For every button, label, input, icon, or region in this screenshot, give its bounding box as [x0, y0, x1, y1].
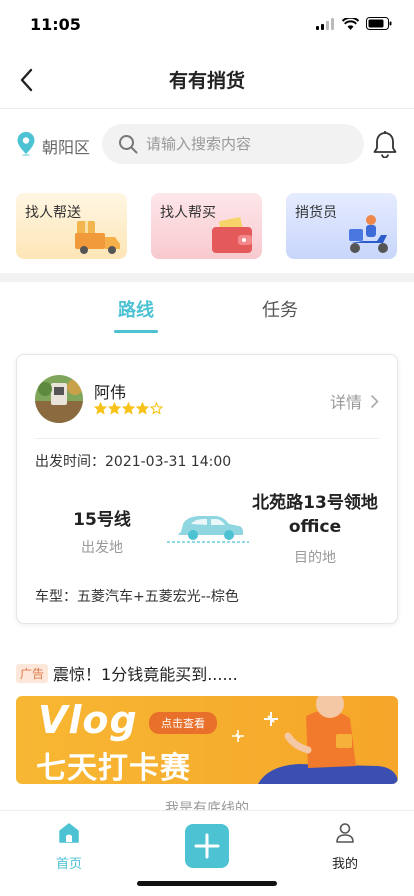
star-filled-icon	[108, 402, 121, 415]
feed-end-text: 我是有底线的	[165, 801, 249, 810]
tabbar-home-label: 首页	[55, 857, 82, 872]
star-filled-icon	[122, 402, 135, 415]
battery-icon	[366, 17, 392, 30]
tabbar-mine-label: 我的	[331, 857, 358, 872]
signal-icon	[316, 17, 334, 30]
destination-label: 目的地	[294, 550, 336, 566]
nav-bar: 有有捎货	[0, 52, 414, 106]
page-title: 有有捎货	[168, 70, 245, 92]
search-box[interactable]	[102, 124, 364, 164]
trip-card[interactable]: 阿伟 详情 出发时间：2021-03-31 14:00 15号线 出发地 北苑路…	[16, 354, 398, 624]
service-card-buy[interactable]: 找人帮买	[151, 193, 262, 259]
tab-active-indicator	[114, 330, 158, 333]
star-empty-icon	[150, 402, 163, 415]
search-input[interactable]	[146, 124, 356, 164]
origin-label: 出发地	[81, 540, 123, 556]
service-label: 捎货员	[295, 205, 337, 221]
nav-divider	[0, 108, 414, 109]
wallet-icon	[212, 217, 252, 253]
tabbar-home[interactable]: 首页	[48, 821, 90, 872]
depart-time: 出发时间：2021-03-31 14:00	[35, 454, 232, 470]
ad-text[interactable]: 震惊！1分钱竟能买到......	[53, 661, 238, 685]
ad-banner[interactable]: Vlog 点击查看 七天打卡赛	[16, 696, 398, 784]
star-filled-icon	[136, 402, 149, 415]
detail-label: 详情	[329, 393, 362, 412]
status-icons	[316, 17, 392, 30]
destination-name: 北苑路13号领地office	[252, 493, 378, 537]
plus-icon	[194, 833, 220, 859]
ad-banner-headline: 七天打卡赛	[36, 751, 191, 784]
ad-banner-title: Vlog	[38, 698, 138, 742]
delivery-truck-icon	[75, 221, 120, 254]
bell-icon[interactable]	[372, 130, 398, 158]
chevron-right-icon	[370, 394, 379, 408]
tab-route[interactable]: 路线	[118, 296, 154, 322]
service-card-deliver[interactable]: 找人帮送	[16, 193, 127, 259]
ad-row[interactable]: 广告 震惊！1分钱竟能买到......	[16, 662, 238, 684]
origin-name: 15号线	[73, 510, 131, 530]
status-bar: 11:05	[0, 0, 414, 48]
driver-name: 阿伟	[94, 383, 127, 402]
ad-badge: 广告	[16, 663, 49, 683]
tabbar-mine[interactable]: 我的	[324, 821, 366, 872]
ad-illustration	[232, 696, 398, 784]
search-icon	[119, 135, 138, 154]
avatar[interactable]	[35, 375, 83, 423]
rating-stars	[94, 402, 163, 415]
card-divider	[35, 438, 379, 439]
home-indicator	[137, 881, 277, 886]
ad-banner-button[interactable]: 点击查看	[149, 712, 217, 734]
location-label[interactable]: 朝阳区	[42, 134, 90, 158]
detail-link[interactable]: 详情	[330, 389, 379, 413]
service-card-courier[interactable]: 捎货员	[286, 193, 397, 259]
status-time: 11:05	[30, 15, 81, 34]
car-icon	[167, 516, 249, 543]
location-pin-icon[interactable]	[17, 132, 35, 156]
section-divider	[0, 273, 414, 282]
publish-button[interactable]	[185, 824, 229, 868]
scooter-rider-icon	[349, 215, 388, 253]
home-icon	[59, 823, 79, 843]
wifi-icon	[342, 17, 359, 30]
car-type: 车型：五菱汽车+五菱宏光--棕色	[35, 589, 239, 605]
tab-task[interactable]: 任务	[262, 296, 298, 322]
search-row: 朝阳区	[0, 124, 414, 164]
star-filled-icon	[94, 402, 107, 415]
user-icon	[336, 823, 354, 843]
